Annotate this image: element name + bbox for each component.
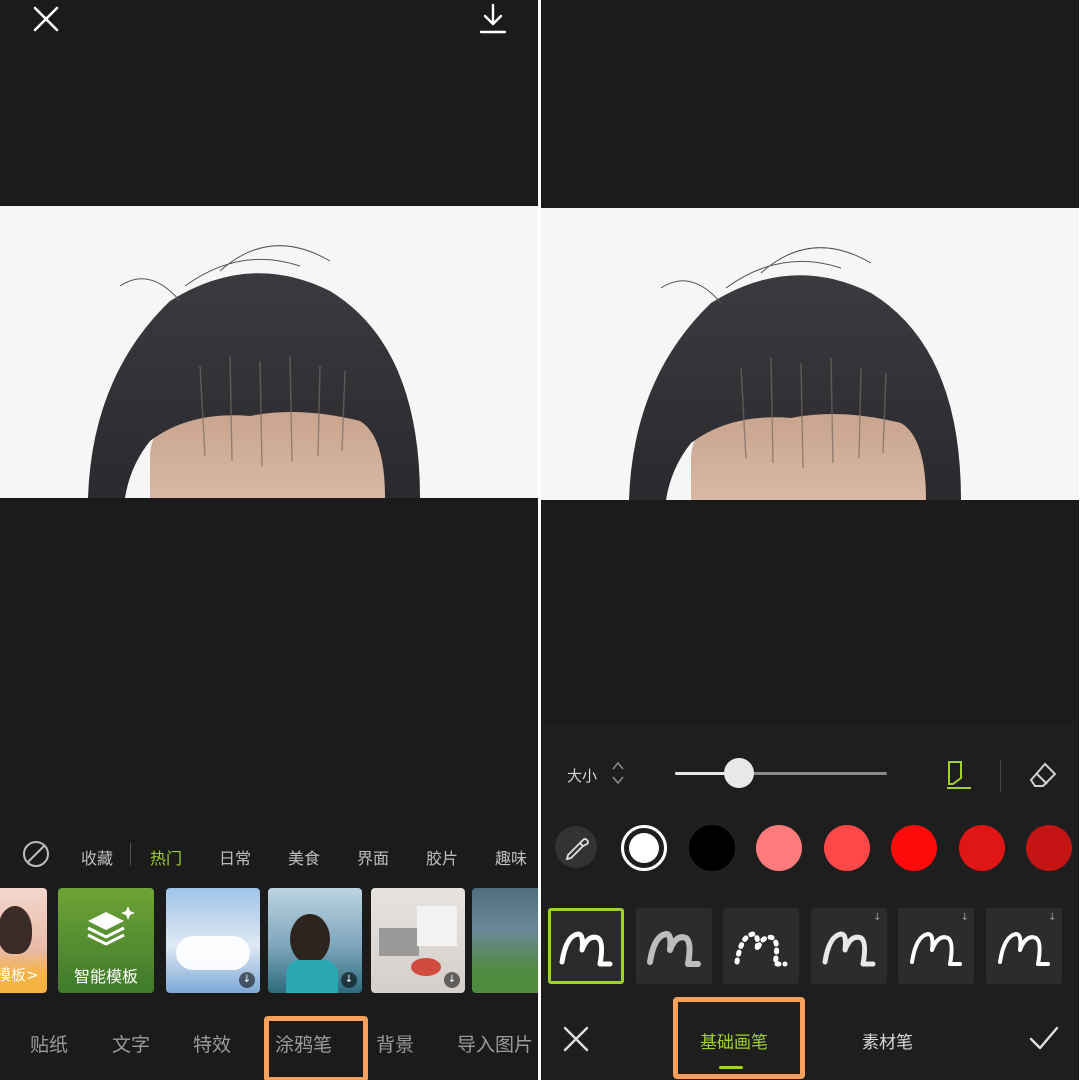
- color-picker-button[interactable]: [555, 826, 597, 868]
- color-swatch[interactable]: [756, 825, 802, 871]
- highlight-box: [673, 997, 805, 1079]
- brush-style-option[interactable]: ↓: [810, 908, 887, 984]
- thumbnail-body: [286, 960, 338, 993]
- brush-bottom-bar: 基础画笔 素材笔: [541, 1010, 1079, 1070]
- tab-material-brush[interactable]: 素材笔: [862, 1028, 913, 1053]
- box-shape: [417, 906, 457, 946]
- tab-text[interactable]: 文字: [112, 1030, 150, 1057]
- laptop-shape: [379, 928, 419, 956]
- marker-pen-icon[interactable]: [941, 758, 975, 792]
- photo-canvas: [0, 206, 538, 498]
- thumbnail-template[interactable]: 模板>: [0, 888, 47, 993]
- no-sticker-icon[interactable]: [22, 840, 50, 868]
- color-swatch[interactable]: [958, 825, 1005, 871]
- tab-import-image[interactable]: 导入图片: [457, 1030, 533, 1057]
- confirm-icon[interactable]: [1027, 1022, 1061, 1054]
- right-brush-panel: 大小 ↓ ↓ ↓ 基础画笔 素材笔: [541, 0, 1079, 1080]
- left-editor-panel: 收藏 热门 日常 美食 界面 胶片 趣味 模板> 智能模板 ↓ ↓ ↓ 贴纸 文…: [0, 0, 538, 1080]
- category-divider: [130, 843, 131, 865]
- size-chevron-icon[interactable]: [611, 760, 625, 786]
- close-icon[interactable]: [561, 1024, 591, 1054]
- selected-color-dot: [629, 833, 659, 863]
- color-swatch[interactable]: [1026, 825, 1072, 871]
- brush-style-option[interactable]: ↓: [898, 908, 974, 984]
- eyedropper-icon: [565, 838, 589, 861]
- tab-background[interactable]: 背景: [376, 1030, 414, 1057]
- category-favorites[interactable]: 收藏: [81, 845, 113, 869]
- size-slider[interactable]: [675, 758, 887, 788]
- size-slider-handle[interactable]: [724, 758, 754, 788]
- category-film[interactable]: 胶片: [426, 845, 458, 869]
- brush-style-option[interactable]: ↓: [985, 908, 1062, 984]
- brush-styles: ↓ ↓ ↓: [541, 908, 1079, 986]
- color-swatch[interactable]: [621, 825, 667, 871]
- eraser-icon[interactable]: [1025, 758, 1059, 792]
- thumbnail-sky[interactable]: ↓: [166, 888, 260, 993]
- download-icon: ↓: [873, 912, 882, 923]
- thumbnail-portrait: [290, 914, 330, 964]
- category-fun[interactable]: 趣味: [495, 845, 527, 869]
- download-icon[interactable]: ↓: [239, 972, 255, 988]
- tool-divider: [1000, 760, 1001, 792]
- thumbnail-mountain[interactable]: [472, 888, 538, 993]
- brush-stroke-icon: [646, 931, 701, 967]
- download-icon: ↓: [960, 912, 969, 923]
- photo-canvas: [541, 208, 1079, 500]
- thumbnail-label: 智能模板: [73, 967, 138, 986]
- download-icon[interactable]: [473, 2, 513, 36]
- download-icon[interactable]: ↓: [444, 972, 460, 988]
- brush-style-option[interactable]: [723, 908, 799, 984]
- tab-effects[interactable]: 特效: [193, 1030, 231, 1057]
- brush-style-option[interactable]: [548, 908, 624, 984]
- download-icon: ↓: [1048, 912, 1057, 923]
- cloud-shape: [176, 936, 250, 970]
- template-thumbnails: 模板> 智能模板 ↓ ↓ ↓: [0, 888, 538, 993]
- tab-sticker[interactable]: 贴纸: [30, 1030, 68, 1057]
- brush-stroke-icon: [734, 931, 788, 967]
- size-label: 大小: [567, 767, 598, 785]
- close-icon[interactable]: [26, 2, 66, 36]
- composite-screenshot: 收藏 热门 日常 美食 界面 胶片 趣味 模板> 智能模板 ↓ ↓ ↓ 贴纸 文…: [0, 0, 1080, 1080]
- thumbnail-portrait: [0, 906, 32, 954]
- brush-style-option[interactable]: [635, 908, 712, 984]
- thumbnail-girl[interactable]: ↓: [268, 888, 362, 993]
- color-swatch[interactable]: [823, 825, 870, 871]
- thumbnail-label: 模板>: [0, 966, 39, 984]
- category-interface[interactable]: 界面: [357, 845, 389, 869]
- category-daily[interactable]: 日常: [219, 845, 251, 869]
- category-food[interactable]: 美食: [288, 845, 320, 869]
- color-swatch[interactable]: [688, 825, 735, 871]
- thumbnail-desk[interactable]: ↓: [371, 888, 465, 993]
- color-swatch[interactable]: [891, 825, 937, 871]
- thumbnail-smart-template[interactable]: 智能模板: [58, 888, 154, 993]
- highlight-box: [264, 1016, 368, 1080]
- fruit-bowl-shape: [411, 958, 441, 976]
- brush-stroke-icon: [559, 931, 613, 967]
- category-hot[interactable]: 热门: [150, 845, 182, 869]
- download-icon[interactable]: ↓: [341, 972, 357, 988]
